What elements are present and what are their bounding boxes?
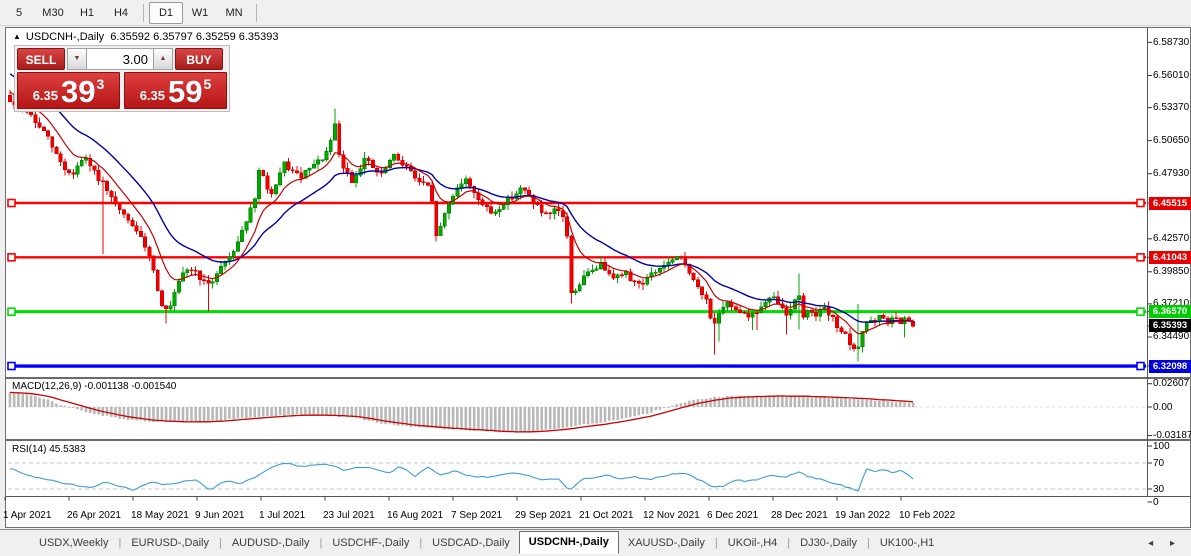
tab-scroll-left-icon[interactable]: ◂ [1148, 538, 1153, 549]
price-axis-label: 6.53370 [1153, 102, 1189, 113]
macd-axis-label: 0.00 [1153, 402, 1172, 413]
date-axis-label: 21 Oct 2021 [579, 510, 633, 521]
date-axis-label: 26 Apr 2021 [67, 510, 121, 521]
chart-tab-audusd-daily[interactable]: AUDUSD-,Daily [223, 533, 319, 554]
rsi-axis-label: 0 [1153, 497, 1159, 508]
date-axis-label: 6 Dec 2021 [707, 510, 758, 521]
price-axis-label: 6.47930 [1153, 168, 1189, 179]
date-axis-label: 16 Aug 2021 [387, 510, 443, 521]
buy-button[interactable]: BUY [175, 48, 223, 70]
rsi-axis-label: 70 [1153, 458, 1164, 469]
sell-price-button[interactable]: 6.35 39 3 [17, 72, 120, 109]
rsi-axis-label: 30 [1153, 484, 1164, 495]
price-axis-label: 6.34490 [1153, 331, 1189, 342]
sell-price-base: 6.35 [33, 88, 58, 103]
level-price-badge[interactable]: 6.36570 [1149, 305, 1191, 318]
date-axis-label: 1 Apr 2021 [3, 510, 51, 521]
chart-title: ▲ USDCNH-,Daily 6.35592 6.35797 6.35259 6… [13, 31, 279, 43]
chart-tab-usdchf-daily[interactable]: USDCHF-,Daily [323, 533, 418, 554]
buy-price-sup: 5 [204, 76, 212, 92]
date-axis-label: 7 Sep 2021 [451, 510, 502, 521]
chart-tab-usdcad-daily[interactable]: USDCAD-,Daily [423, 533, 519, 554]
date-axis-label: 18 May 2021 [131, 510, 189, 521]
date-axis-label: 10 Feb 2022 [899, 510, 955, 521]
chart-tab-dj30-daily[interactable]: DJ30-,Daily [791, 533, 866, 554]
sell-price-big: 39 [61, 77, 95, 107]
chart-tab-xauusd-daily[interactable]: XAUUSD-,Daily [619, 533, 714, 554]
rsi-value: 45.5383 [49, 444, 85, 455]
rsi-label: RSI(14) 45.5383 [12, 444, 85, 455]
chart-tab-ukoil-h4[interactable]: UKOil-,H4 [719, 533, 787, 554]
date-axis-label: 28 Dec 2021 [771, 510, 828, 521]
volume-decrease-button[interactable]: ▼ [67, 48, 87, 70]
sell-button[interactable]: SELL [17, 48, 65, 70]
price-axis-label: 6.58730 [1153, 37, 1189, 48]
macd-axis-label: 0.02607 [1153, 378, 1189, 389]
sell-price-sup: 3 [97, 76, 105, 92]
date-axis-label: 1 Jul 2021 [259, 510, 305, 521]
date-axis-label: 23 Jul 2021 [323, 510, 375, 521]
chart-tab-usdcnh-daily[interactable]: USDCNH-,Daily [519, 531, 619, 554]
date-axis-label: 29 Sep 2021 [515, 510, 572, 521]
date-axis-label: 19 Jan 2022 [835, 510, 890, 521]
macd-axis-label: -0.03187 [1153, 430, 1191, 441]
rsi-axis-label: 100 [1153, 441, 1170, 452]
date-axis-label: 12 Nov 2021 [643, 510, 700, 521]
buy-price-base: 6.35 [140, 88, 165, 103]
level-price-badge[interactable]: 6.32098 [1149, 360, 1191, 373]
chart-tab-eurusd-daily[interactable]: EURUSD-,Daily [122, 533, 218, 554]
one-click-trading-panel: SELL ▼ ▲ BUY 6.35 39 3 6.35 59 5 [14, 45, 230, 112]
buy-price-button[interactable]: 6.35 59 5 [124, 72, 227, 109]
price-axis-label: 6.39850 [1153, 266, 1189, 277]
price-axis-label: 6.42570 [1153, 233, 1189, 244]
level-price-badge[interactable]: 6.41043 [1149, 251, 1191, 264]
current-price-badge[interactable]: 6.35393 [1149, 319, 1191, 332]
volume-increase-button[interactable]: ▲ [153, 48, 173, 70]
collapse-triangle-icon[interactable]: ▲ [13, 32, 21, 41]
macd-values: -0.001138 -0.001540 [84, 381, 176, 392]
price-axis-label: 6.56010 [1153, 70, 1189, 81]
date-axis-label: 9 Jun 2021 [195, 510, 245, 521]
chart-ohlc-values: 6.35592 6.35797 6.35259 6.35393 [110, 31, 278, 43]
chart-symbol-label: USDCNH-,Daily [26, 31, 104, 43]
tab-scroll-arrows: ◂ ▸ [1134, 538, 1175, 549]
volume-input[interactable] [87, 48, 153, 70]
chart-tab-uk100-h1[interactable]: UK100-,H1 [871, 533, 943, 554]
chart-tab-usdx-weekly[interactable]: USDX,Weekly [30, 533, 117, 554]
tab-scroll-right-icon[interactable]: ▸ [1170, 538, 1175, 549]
price-axis-label: 6.50650 [1153, 135, 1189, 146]
buy-price-big: 59 [168, 77, 202, 107]
chart-tab-bar: USDX,Weekly|EURUSD-,Daily|AUDUSD-,Daily|… [0, 529, 1191, 556]
macd-label: MACD(12,26,9) -0.001138 -0.001540 [12, 381, 176, 392]
level-price-badge[interactable]: 6.45515 [1149, 197, 1191, 210]
